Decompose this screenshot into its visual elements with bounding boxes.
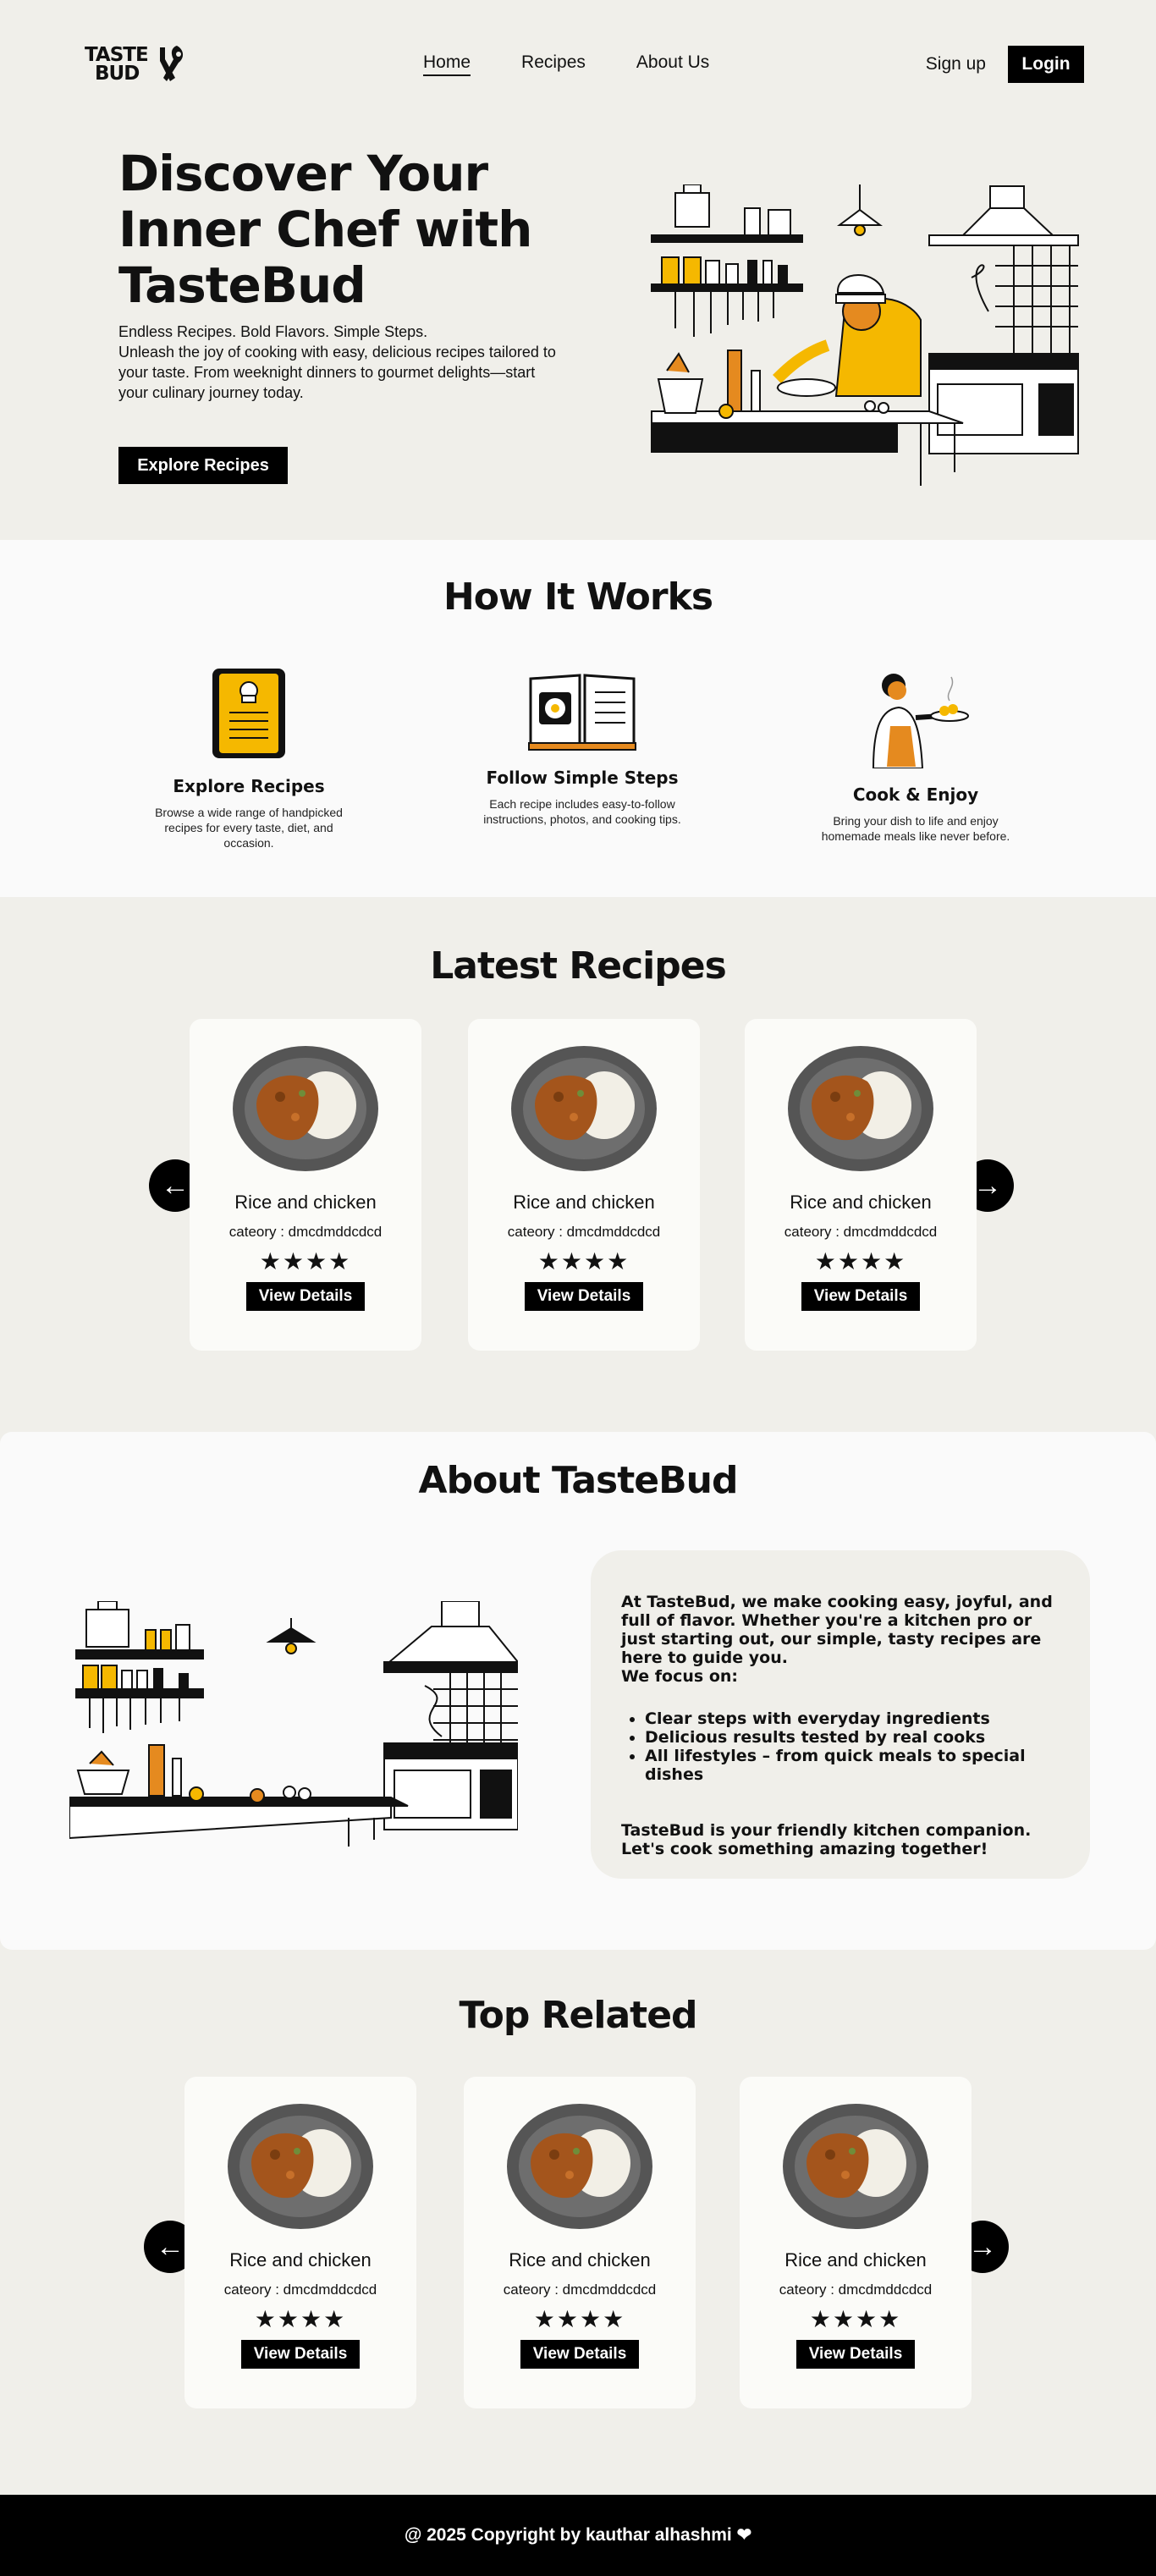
chef-kitchen-illustration (651, 184, 1079, 486)
step-follow: Follow Simple Steps Each recipe includes… (472, 667, 692, 827)
about-bullet: Delicious results tested by real cooks (645, 1728, 1056, 1747)
step-title: Cook & Enjoy (852, 784, 979, 805)
recipe-name: Rice and chicken (509, 2249, 651, 2271)
recipe-name: Rice and chicken (229, 2249, 372, 2271)
navbar: TASTE BUD Home Recipes About Us Sign up … (0, 0, 1156, 127)
recipe-rating-stars: ★★★★ (814, 1248, 907, 1274)
rice-chicken-plate-image (507, 2104, 652, 2229)
logo-line1: TASTE (85, 44, 149, 66)
logo[interactable]: TASTE BUD (85, 44, 187, 85)
view-details-button[interactable]: View Details (246, 1282, 365, 1311)
step-description: Browse a wide range of handpicked recipe… (155, 806, 343, 850)
logo-text: TASTE BUD (85, 44, 149, 85)
kitchen-illustration (69, 1601, 518, 1847)
view-details-button[interactable]: View Details (796, 2340, 915, 2369)
open-book-icon (528, 674, 636, 751)
about-outro: TasteBud is your friendly kitchen compan… (621, 1821, 1032, 1858)
top-related-section: Top Related ← → Rice and chicken cateory… (0, 1950, 1156, 2493)
about-focus-label: We focus on: (621, 1667, 738, 1686)
explore-recipes-button[interactable]: Explore Recipes (118, 447, 288, 484)
recipe-category: cateory : dmcdmddcdcd (223, 2282, 377, 2298)
rice-chicken-plate-image (788, 1046, 933, 1171)
step-title: Follow Simple Steps (486, 768, 679, 788)
about-bullet: Clear steps with everyday ingredients (645, 1709, 1056, 1728)
tablet-chef-icon (212, 669, 285, 758)
hero-description: Unleash the joy of cooking with easy, de… (118, 344, 556, 401)
recipe-category: cateory : dmcdmddcdcd (784, 1224, 938, 1240)
recipe-name: Rice and chicken (784, 2249, 927, 2271)
recipe-rating-stars: ★★★★ (254, 2306, 347, 2332)
recipe-card[interactable]: Rice and chicken cateory : dmcdmddcdcd ★… (190, 1019, 421, 1351)
recipe-name: Rice and chicken (513, 1192, 655, 1213)
top-related-title: Top Related (459, 1994, 697, 2037)
nav-link-about[interactable]: About Us (636, 52, 709, 76)
recipe-category: cateory : dmcdmddcdcd (507, 1224, 661, 1240)
about-title: About TasteBud (418, 1459, 739, 1502)
about-text-box: At TasteBud, we make cooking easy, joyfu… (591, 1550, 1090, 1879)
how-it-works-title: How It Works (443, 575, 713, 619)
fork-spoon-icon (159, 46, 183, 81)
signup-link[interactable]: Sign up (926, 54, 986, 74)
recipe-card[interactable]: Rice and chicken cateory : dmcdmddcdcd ★… (740, 2077, 972, 2408)
nav-links: Home Recipes About Us (423, 52, 709, 76)
rice-chicken-plate-image (233, 1046, 378, 1171)
rice-chicken-plate-image (511, 1046, 657, 1171)
login-button[interactable]: Login (1008, 46, 1084, 83)
rice-chicken-plate-image (228, 2104, 373, 2229)
recipe-category: cateory : dmcdmddcdcd (503, 2282, 657, 2298)
recipe-category: cateory : dmcdmddcdcd (228, 1224, 383, 1240)
hero-subtitle: Endless Recipes. Bold Flavors. Simple St… (118, 323, 428, 340)
recipe-rating-stars: ★★★★ (259, 1248, 352, 1274)
recipe-card[interactable]: Rice and chicken cateory : dmcdmddcdcd ★… (745, 1019, 977, 1351)
recipe-card[interactable]: Rice and chicken cateory : dmcdmddcdcd ★… (464, 2077, 696, 2408)
recipe-rating-stars: ★★★★ (537, 1248, 630, 1274)
step-cook: Cook & Enjoy Bring your dish to life and… (806, 667, 1026, 844)
recipe-card[interactable]: Rice and chicken cateory : dmcdmddcdcd ★… (468, 1019, 700, 1351)
step-description: Bring your dish to life and enjoy homema… (821, 814, 1010, 843)
about-section: About TasteBud At TasteBud, we make cook… (0, 1432, 1156, 1950)
latest-recipes-section: Latest Recipes ← → Rice and chicken cate… (0, 897, 1156, 1432)
recipe-rating-stars: ★★★★ (809, 2306, 902, 2332)
recipe-category: cateory : dmcdmddcdcd (779, 2282, 933, 2298)
about-bullet-list: Clear steps with everyday ingredients De… (645, 1709, 1056, 1784)
recipe-card[interactable]: Rice and chicken cateory : dmcdmddcdcd ★… (184, 2077, 416, 2408)
hero-title: Discover Your Inner Chef with TasteBud (118, 145, 532, 314)
view-details-button[interactable]: View Details (525, 1282, 643, 1311)
about-intro: At TasteBud, we make cooking easy, joyfu… (621, 1593, 1053, 1667)
view-details-button[interactable]: View Details (520, 2340, 639, 2369)
view-details-button[interactable]: View Details (241, 2340, 360, 2369)
recipe-name: Rice and chicken (234, 1192, 377, 1213)
rice-chicken-plate-image (783, 2104, 928, 2229)
copyright-text: @ 2025 Copyright by kauthar alhashmi ❤ (404, 2525, 752, 2545)
step-description: Each recipe includes easy-to-follow inst… (483, 797, 681, 826)
recipe-rating-stars: ★★★★ (533, 2306, 626, 2332)
footer: @ 2025 Copyright by kauthar alhashmi ❤ (0, 2495, 1156, 2576)
step-explore: Explore Recipes Browse a wide range of h… (139, 667, 359, 850)
logo-line2: BUD (95, 63, 140, 85)
auth-area: Sign up Login (926, 46, 1084, 83)
step-title: Explore Recipes (173, 776, 325, 796)
how-it-works-section: How It Works Explore Recipes Browse a wi… (0, 540, 1156, 897)
nav-link-recipes[interactable]: Recipes (521, 52, 586, 76)
recipe-name: Rice and chicken (790, 1192, 932, 1213)
latest-recipes-title: Latest Recipes (430, 944, 727, 988)
woman-serving-dish-icon (872, 674, 969, 769)
nav-link-home[interactable]: Home (423, 52, 471, 76)
about-bullet: All lifestyles – from quick meals to spe… (645, 1747, 1056, 1784)
view-details-button[interactable]: View Details (801, 1282, 920, 1311)
hero-section: Discover Your Inner Chef with TasteBud E… (0, 127, 1156, 540)
